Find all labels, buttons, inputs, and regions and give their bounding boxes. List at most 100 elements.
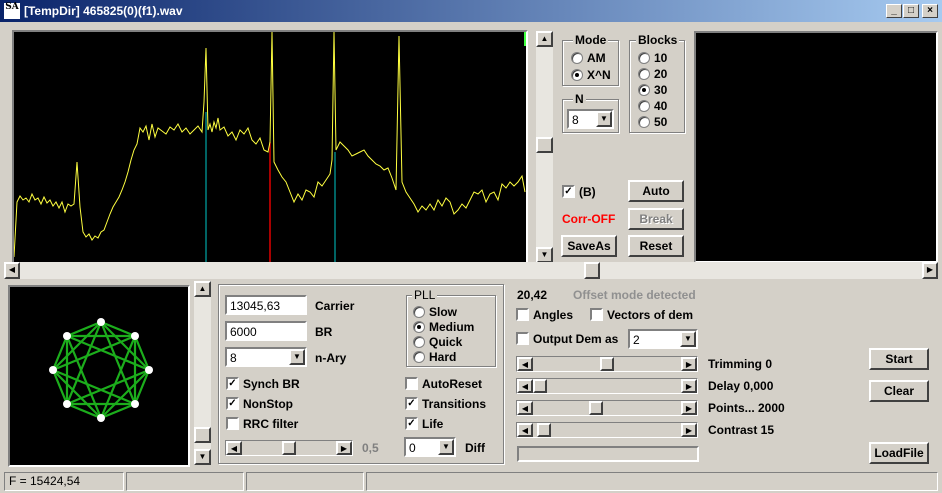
checkbox-icon bbox=[516, 308, 529, 322]
slider-right-arrow[interactable]: ▶ bbox=[681, 357, 697, 371]
carrier-label: Carrier bbox=[315, 299, 355, 313]
spectrum-horizontal-scrollbar[interactable]: ◀ ▶ bbox=[4, 262, 938, 279]
radio-icon bbox=[571, 68, 583, 81]
checkbox-icon: ✓ bbox=[226, 377, 239, 391]
blocks-option-30[interactable]: 30 bbox=[638, 82, 667, 97]
blocks-option-10[interactable]: 10 bbox=[638, 50, 667, 65]
radio-icon bbox=[638, 83, 650, 96]
pll-option-quick[interactable]: Quick bbox=[413, 334, 462, 349]
angles-checkbox[interactable]: Angles bbox=[516, 307, 573, 322]
chevron-down-icon[interactable]: ▼ bbox=[438, 439, 454, 455]
rrc-filter-checkbox[interactable]: RRC filter bbox=[226, 416, 298, 431]
mode-option-xn[interactable]: X^N bbox=[571, 67, 611, 82]
points-label: Points... 2000 bbox=[708, 401, 785, 415]
slider-thumb[interactable] bbox=[533, 379, 547, 393]
status-frequency: F = 15424,54 bbox=[4, 472, 124, 491]
radio-icon bbox=[638, 51, 650, 64]
close-button[interactable]: × bbox=[922, 4, 938, 18]
clear-button[interactable]: Clear bbox=[869, 380, 929, 402]
status-cell-3 bbox=[246, 472, 364, 491]
reset-button[interactable]: Reset bbox=[628, 235, 684, 257]
start-button[interactable]: Start bbox=[869, 348, 929, 370]
break-button[interactable]: Break bbox=[628, 208, 684, 230]
slider-thumb[interactable] bbox=[600, 357, 614, 371]
n-group-title: N bbox=[573, 92, 586, 106]
slider-left-arrow[interactable]: ◀ bbox=[517, 379, 533, 393]
constellation-scrollbar[interactable]: ▲ ▼ bbox=[194, 281, 211, 465]
transitions-checkbox[interactable]: ✓ Transitions bbox=[405, 396, 486, 411]
output-dem-select[interactable]: 2 ▼ bbox=[628, 329, 698, 349]
spectrum-display[interactable] bbox=[12, 30, 528, 264]
slider-thumb[interactable] bbox=[537, 423, 551, 437]
radio-icon bbox=[413, 320, 425, 333]
mode-option-am[interactable]: AM bbox=[571, 50, 606, 65]
chevron-down-icon[interactable]: ▼ bbox=[596, 111, 612, 127]
scroll-right-arrow[interactable]: ▶ bbox=[922, 262, 938, 279]
life-checkbox[interactable]: ✓ Life bbox=[405, 416, 443, 431]
slider-thumb[interactable] bbox=[589, 401, 603, 415]
slider-right-arrow[interactable]: ▶ bbox=[681, 423, 697, 437]
carrier-input[interactable]: 13045,63 bbox=[225, 295, 307, 315]
saveas-button[interactable]: SaveAs bbox=[561, 235, 617, 257]
waterfall-display bbox=[694, 31, 938, 263]
points-slider[interactable]: ◀ ▶ bbox=[516, 400, 698, 416]
output-dem-checkbox[interactable]: Output Dem as bbox=[516, 331, 618, 346]
auto-button[interactable]: Auto bbox=[628, 180, 684, 202]
br-input[interactable]: 6000 bbox=[225, 321, 307, 341]
autoreset-checkbox[interactable]: AutoReset bbox=[405, 376, 482, 391]
trimming-slider[interactable]: ◀ ▶ bbox=[516, 356, 698, 372]
n-select[interactable]: 8 ▼ bbox=[567, 109, 614, 129]
b-checkbox[interactable]: ✓ (B) bbox=[562, 184, 596, 199]
spectrum-vertical-scrollbar[interactable]: ▲ ▼ bbox=[536, 31, 553, 263]
pll-option-hard[interactable]: Hard bbox=[413, 349, 456, 364]
scroll-up-arrow[interactable]: ▲ bbox=[536, 31, 553, 47]
nary-select[interactable]: 8 ▼ bbox=[225, 347, 307, 367]
chevron-down-icon[interactable]: ▼ bbox=[680, 331, 696, 347]
pll-option-medium[interactable]: Medium bbox=[413, 319, 474, 334]
radio-icon bbox=[413, 335, 425, 348]
scroll-up-arrow[interactable]: ▲ bbox=[194, 281, 211, 297]
slider-left-arrow[interactable]: ◀ bbox=[517, 401, 533, 415]
synch-br-checkbox[interactable]: ✓ Synch BR bbox=[226, 376, 300, 391]
contrast-slider[interactable]: ◀ ▶ bbox=[516, 422, 698, 438]
minimize-button[interactable]: _ bbox=[886, 4, 902, 18]
delay-slider[interactable]: ◀ ▶ bbox=[516, 378, 698, 394]
diff-select[interactable]: 0 ▼ bbox=[404, 437, 456, 457]
blocks-option-50[interactable]: 50 bbox=[638, 114, 667, 129]
chevron-down-icon[interactable]: ▼ bbox=[289, 349, 305, 365]
horizontal-scroll-thumb[interactable] bbox=[584, 262, 600, 279]
slider-left-arrow[interactable]: ◀ bbox=[517, 423, 533, 437]
window-title: [TempDir] 465825(0)(f1).wav bbox=[24, 4, 183, 18]
blocks-option-40[interactable]: 40 bbox=[638, 98, 667, 113]
br-label: BR bbox=[315, 325, 333, 339]
scroll-left-arrow[interactable]: ◀ bbox=[4, 262, 20, 279]
scroll-down-arrow[interactable]: ▼ bbox=[194, 449, 211, 465]
title-bar[interactable]: SA [TempDir] 465825(0)(f1).wav _ □ × bbox=[0, 0, 942, 22]
blocks-group: Blocks 10 20 30 40 50 bbox=[629, 33, 685, 133]
loadfile-button[interactable]: LoadFile bbox=[869, 442, 929, 464]
slider-left-arrow[interactable]: ◀ bbox=[226, 441, 242, 455]
maximize-button[interactable]: □ bbox=[903, 4, 919, 18]
nonstop-checkbox[interactable]: ✓ NonStop bbox=[226, 396, 293, 411]
diff-label: Diff bbox=[465, 441, 485, 455]
pll-option-slow[interactable]: Slow bbox=[413, 304, 457, 319]
slider-right-arrow[interactable]: ▶ bbox=[681, 401, 697, 415]
slider-right-arrow[interactable]: ▶ bbox=[681, 379, 697, 393]
constellation-plot bbox=[49, 318, 153, 422]
n-group: N 8 ▼ bbox=[562, 92, 619, 133]
slider-right-arrow[interactable]: ▶ bbox=[336, 441, 352, 455]
app-icon: SA bbox=[4, 3, 20, 19]
slider-left-arrow[interactable]: ◀ bbox=[517, 357, 533, 371]
rrc-slider[interactable]: ◀ ▶ bbox=[225, 440, 353, 456]
rrc-value: 0,5 bbox=[362, 441, 379, 455]
scroll-thumb[interactable] bbox=[536, 137, 553, 153]
slider-thumb[interactable] bbox=[282, 441, 296, 455]
vectors-checkbox[interactable]: Vectors of dem bbox=[590, 307, 693, 322]
scroll-down-arrow[interactable]: ▼ bbox=[536, 247, 553, 263]
status-cell-2 bbox=[126, 472, 244, 491]
scroll-thumb[interactable] bbox=[194, 427, 211, 443]
mode-group: Mode AM X^N bbox=[562, 33, 619, 86]
blocks-option-20[interactable]: 20 bbox=[638, 66, 667, 81]
pll-group-title: PLL bbox=[412, 288, 438, 302]
nary-label: n-Ary bbox=[315, 351, 347, 365]
